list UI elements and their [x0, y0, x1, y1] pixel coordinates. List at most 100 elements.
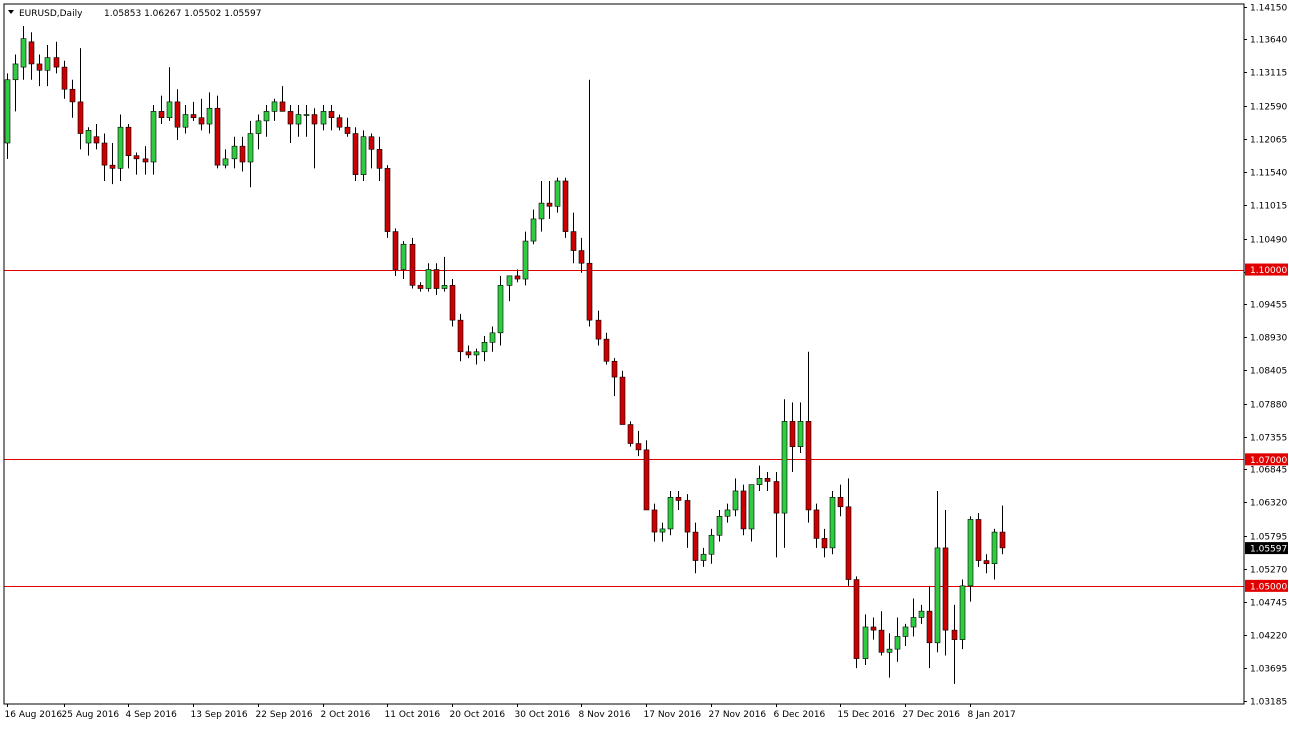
x-tick-label: 27 Dec 2016: [903, 710, 961, 720]
candle-body: [400, 243, 407, 270]
candle-body: [538, 202, 545, 220]
candle-body: [433, 269, 440, 289]
candle-body: [109, 164, 116, 169]
candle-body: [999, 531, 1006, 549]
y-tick-label: 1.03185: [1250, 698, 1287, 708]
candle-body: [360, 136, 367, 175]
candle-body: [101, 142, 108, 166]
candle-body: [991, 531, 998, 565]
y-tick-label: 1.08405: [1250, 367, 1287, 377]
candle-body: [481, 341, 488, 353]
candle-body: [336, 117, 343, 128]
candle-body: [77, 101, 84, 134]
x-tick-label: 8 Jan 2017: [968, 710, 1016, 720]
candle-body: [967, 519, 974, 587]
symbol-label: EURUSD,Daily: [19, 9, 83, 19]
candle: [409, 237, 416, 289]
candle-body: [384, 168, 391, 232]
candle-body: [748, 484, 755, 530]
candle-body: [441, 285, 448, 289]
candle-body: [69, 88, 76, 103]
candle: [360, 130, 367, 181]
candle-body: [368, 136, 375, 150]
candle-body: [700, 553, 707, 561]
candle-body: [255, 120, 262, 134]
candle-body: [934, 547, 941, 644]
y-tick-label: 1.07355: [1250, 434, 1287, 444]
x-tick-label: 22 Sep 2016: [256, 710, 313, 720]
y-tick-label: 1.06845: [1250, 466, 1287, 476]
candle: [667, 490, 674, 536]
x-tick-label: 4 Sep 2016: [126, 710, 178, 720]
current-price-label: 1.05597: [1250, 545, 1287, 555]
candle-body: [457, 319, 464, 353]
ohlc-readout: 1.05853 1.06267 1.05502 1.05597: [104, 9, 261, 19]
candle: [627, 421, 634, 447]
candle-body: [198, 117, 205, 125]
x-tick-label: 11 Oct 2016: [385, 710, 441, 720]
candle-body: [546, 202, 553, 207]
candle-body: [554, 180, 561, 207]
candle-body: [449, 285, 456, 321]
candle-body: [425, 269, 432, 289]
candle-body: [4, 79, 11, 144]
y-tick-label: 1.04220: [1250, 632, 1287, 642]
candle-body: [910, 617, 917, 628]
candle-body: [562, 180, 569, 232]
candle-body: [53, 57, 60, 68]
x-tick-label: 17 Nov 2016: [644, 710, 702, 720]
candle-body: [61, 66, 68, 90]
candle-body: [206, 107, 213, 125]
candle-body: [886, 648, 893, 653]
y-tick-label: 1.04745: [1250, 599, 1287, 609]
candle-body: [231, 145, 238, 160]
candle-body: [708, 534, 715, 555]
candle-body: [692, 531, 699, 561]
candle-body: [142, 158, 149, 163]
candle-body: [675, 496, 682, 501]
candle-body: [797, 421, 804, 447]
candle-body: [182, 114, 189, 128]
candle-body: [773, 481, 780, 514]
candle-body: [344, 126, 351, 134]
y-tick-label: 1.13115: [1250, 69, 1287, 79]
candle: [392, 228, 399, 276]
candle-body: [506, 275, 513, 286]
candle-body: [214, 107, 221, 166]
candle-body: [85, 130, 92, 144]
candle-body: [805, 421, 812, 511]
candle-body: [603, 338, 610, 362]
x-tick-label: 27 Nov 2016: [709, 710, 767, 720]
candle-body: [93, 136, 100, 144]
candle-body: [392, 231, 399, 270]
y-tick-label: 1.05270: [1250, 566, 1287, 576]
candle-body: [667, 496, 674, 530]
candle-body: [983, 560, 990, 565]
candle: [829, 490, 836, 555]
candle-body: [530, 218, 537, 242]
candle-body: [789, 421, 796, 447]
y-tick-label: 1.14150: [1250, 4, 1287, 14]
y-tick-label: 1.03695: [1250, 665, 1287, 675]
line-price-label: 1.05000: [1250, 582, 1287, 592]
candle-body: [894, 636, 901, 650]
candle-body: [174, 101, 181, 128]
candle-body: [853, 579, 860, 659]
y-tick-label: 1.07880: [1250, 401, 1287, 411]
candle-body: [222, 158, 229, 166]
x-tick-label: 30 Oct 2016: [515, 710, 571, 720]
candle-body: [975, 519, 982, 561]
candle-body: [44, 57, 51, 71]
candle-body: [659, 528, 666, 533]
chart-container[interactable]: 1.14150 1.13640 1.13115 1.12590 1.12065 1.115…: [0, 0, 1289, 726]
candle-body: [247, 133, 254, 163]
candle-body: [862, 626, 869, 659]
candlestick-chart[interactable]: 1.14150 1.13640 1.13115 1.12590 1.12065 1.115…: [0, 0, 1289, 726]
candle-body: [150, 111, 157, 163]
candle: [959, 579, 966, 650]
candle-body: [271, 101, 278, 112]
candle: [975, 513, 982, 567]
candle-body: [28, 41, 35, 65]
candle-body: [497, 285, 504, 334]
x-tick-label: 20 Oct 2016: [450, 710, 506, 720]
